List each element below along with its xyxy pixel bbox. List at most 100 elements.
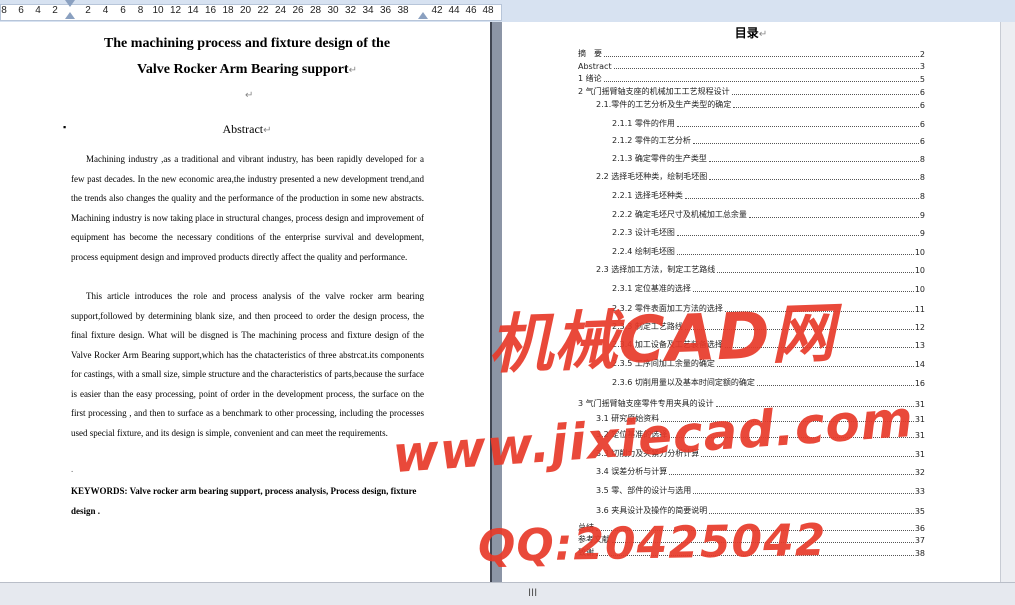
ruler-tick-label: 2 <box>85 5 91 16</box>
toc-entry-page: 6 <box>919 88 925 97</box>
toc-entry-page: 31 <box>914 400 925 409</box>
toc-entry[interactable]: 2.1.1 零件的作用 6 <box>612 117 925 129</box>
toc-dot-leader <box>733 106 919 108</box>
paragraph-mark: ↵ <box>245 90 254 101</box>
watermark-qq: QQ:20425042 <box>477 514 827 573</box>
toc-dot-leader <box>604 55 919 57</box>
toc-entry-label: 摘 要 <box>578 49 602 58</box>
toc-entry[interactable]: 2.1.3 确定零件的生产类型 8 <box>612 152 925 164</box>
toc-dot-leader <box>693 492 914 494</box>
toc-dot-leader <box>709 512 914 514</box>
toc-entry[interactable]: 摘 要 2 <box>578 47 925 59</box>
toc-entry[interactable]: 2.2.1 选择毛坯种类 8 <box>612 189 925 201</box>
toc-dot-leader <box>676 125 919 127</box>
toc-entry-page: 10 <box>914 266 925 275</box>
toc-entry-page: 9 <box>919 229 925 238</box>
ruler-tick-label: 44 <box>448 5 460 16</box>
ruler-tick-label: 8 <box>137 5 144 16</box>
toc-entry-page: 11 <box>914 305 925 314</box>
toc-entry[interactable]: 2.2.3 设计毛坯图 9 <box>612 226 925 238</box>
toc-entry-page: 35 <box>914 507 925 516</box>
toc-entry[interactable]: 3.5 零、部件的设计与选用 33 <box>596 484 925 496</box>
toc-dot-leader <box>756 384 914 386</box>
ruler-tick-label: 10 <box>152 5 164 16</box>
ruler-tick-label: 30 <box>327 5 339 16</box>
toc-entry[interactable]: 2.3 选择加工方法，制定工艺路线 10 <box>596 263 925 275</box>
right-indent-marker[interactable] <box>418 12 428 19</box>
toc-dot-leader <box>709 178 919 180</box>
toc-entry[interactable]: 2.2.2 确定毛坯尺寸及机械加工总余量 9 <box>612 208 925 220</box>
toc-entry-page: 31 <box>914 450 925 459</box>
first-line-indent-marker[interactable] <box>65 0 75 7</box>
horizontal-scrollbar[interactable]: III <box>0 582 1015 605</box>
keywords-paragraph: KEYWORDS: Valve rocker arm bearing suppo… <box>71 486 417 516</box>
toc-entry-label: 2 气门摇臂轴支座的机械加工工艺规程设计 <box>578 87 730 96</box>
watermark-site-name: 机械CAD网 <box>487 296 838 384</box>
toc-entry[interactable]: 2.1.零件的工艺分析及生产类型的确定 6 <box>596 98 925 110</box>
toc-entry-page: 5 <box>919 75 925 84</box>
toc-title: 目录↵ <box>734 26 768 40</box>
toc-entry-label: 2.1.3 确定零件的生产类型 <box>612 154 707 163</box>
paper-title-line1: The machining process and fixture design… <box>103 36 391 51</box>
toc-entry[interactable]: 2.1.2 零件的工艺分析 6 <box>612 134 925 146</box>
toc-entry-label: Abstract <box>578 62 612 71</box>
abstract-paragraph-2: This article introduces the role and pro… <box>71 291 424 438</box>
ruler-tick-label: 8 <box>1 5 7 16</box>
ruler-tick-label: 14 <box>187 5 199 16</box>
ruler-tick-label: 46 <box>465 5 477 16</box>
abstract-heading: Abstract↵ <box>222 122 272 136</box>
toc-dot-leader <box>684 197 919 199</box>
toc-entry[interactable]: 3.6 夹具设计及操作的简要说明 35 <box>596 504 925 516</box>
toc-entry-label: 2.1.1 零件的作用 <box>612 119 675 128</box>
toc-entry-page: 10 <box>914 248 925 257</box>
ruler-tick-label: 36 <box>379 5 392 16</box>
toc-entry[interactable]: 2 气门摇臂轴支座的机械加工工艺规程设计 6 <box>578 85 925 97</box>
abstract-paragraph-1: Machining industry ,as a traditional and… <box>71 154 424 262</box>
ruler-tick-label: 6 <box>18 5 24 16</box>
toc-entry-page: 13 <box>914 341 925 350</box>
ruler-tick-label: 4 <box>102 5 109 16</box>
toc-dot-leader <box>748 216 919 218</box>
vertical-scrollbar[interactable] <box>1000 22 1015 582</box>
toc-dot-leader <box>676 234 919 236</box>
toc-entry-label: 3.5 零、部件的设计与选用 <box>596 486 692 495</box>
bullet-marker: ▪ <box>63 122 67 132</box>
ruler-tick-label: 20 <box>239 5 252 16</box>
toc-entry-label: 2.2 选择毛坯种类，绘制毛坯图 <box>596 172 708 181</box>
horizontal-ruler[interactable]: 8 6 4 2 2 4 6 8 10 12 14 16 18 20 22 24 26 28 30 32 34 36 38 42… <box>0 0 1015 23</box>
empty-paragraph-mark: . <box>71 464 74 474</box>
toc-entry-label: 2.1.2 零件的工艺分析 <box>612 136 691 145</box>
toc-entry-page: 8 <box>919 192 925 201</box>
toc-entry-page: 14 <box>914 360 925 369</box>
toc-entry-label: 3.6 夹具设计及操作的简要说明 <box>596 506 708 515</box>
paper-title-line2: Valve Rocker Arm Bearing support↵ <box>137 62 357 77</box>
toc-entry[interactable]: Abstract 3 <box>578 59 925 71</box>
toc-entry-page: 37 <box>914 536 925 545</box>
toc-entry-label: 2.3 选择加工方法，制定工艺路线 <box>596 265 716 274</box>
toc-entry[interactable]: 2.2 选择毛坯种类，绘制毛坯图 8 <box>596 170 925 182</box>
toc-entry[interactable]: 3.4 误差分析与计算 32 <box>596 465 925 477</box>
scroll-grip[interactable]: III <box>528 587 537 599</box>
toc-entry-label: 2.2.2 确定毛坯尺寸及机械加工总余量 <box>612 210 747 219</box>
toc-entry-page: 6 <box>919 101 925 110</box>
ruler-tick-label: 26 <box>292 5 304 16</box>
toc-entry[interactable]: 1 绪论 5 <box>578 72 925 84</box>
ruler-tick-label: 18 <box>222 5 234 16</box>
toc-entry-page: 31 <box>914 431 925 440</box>
document-page-left[interactable]: The machining process and fixture design… <box>0 22 490 582</box>
toc-entry-label: 2.1.零件的工艺分析及生产类型的确定 <box>596 100 732 109</box>
toc-entry-label: 1 绪论 <box>578 74 602 83</box>
toc-entry-label: 2.2.4 绘制毛坯图 <box>612 247 675 256</box>
toc-entry-page: 33 <box>914 487 925 496</box>
toc-entry-page: 2 <box>919 50 925 59</box>
toc-dot-leader <box>603 80 919 82</box>
ruler-tick-label: 38 <box>397 5 409 16</box>
ruler-tick-label: 24 <box>274 5 287 16</box>
ruler-tick-label: 28 <box>309 5 322 16</box>
ruler-tick-label: 12 <box>169 5 182 16</box>
left-indent-marker[interactable] <box>65 12 75 19</box>
toc-entry-page: 8 <box>919 173 925 182</box>
ruler-tick-label: 6 <box>120 5 126 16</box>
toc-entry[interactable]: 2.2.4 绘制毛坯图 10 <box>612 245 925 257</box>
toc-entry-page: 8 <box>919 155 925 164</box>
